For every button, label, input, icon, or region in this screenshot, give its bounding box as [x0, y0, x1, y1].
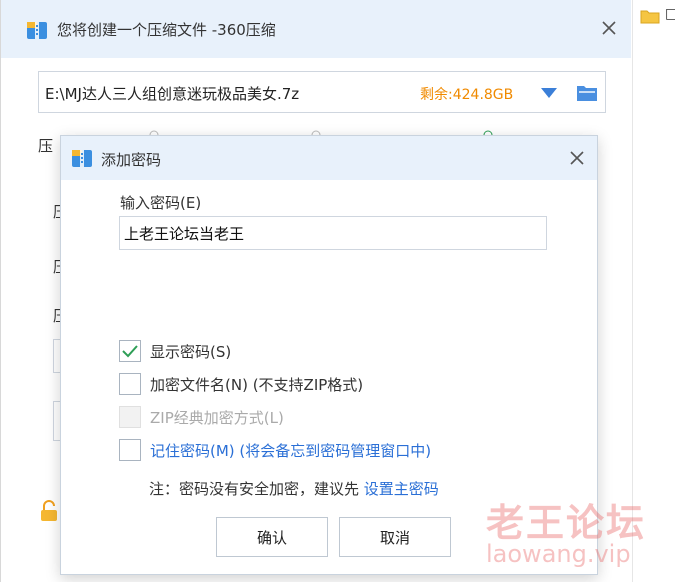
window-title: 您将创建一个压缩文件 -360压缩 [57, 21, 276, 39]
compress-label: 压 [38, 137, 54, 155]
folder-icon[interactable] [640, 8, 660, 24]
checkbox-box[interactable] [119, 439, 141, 461]
confirm-button[interactable]: 确认 [216, 517, 328, 557]
free-space-label: 剩余:424.8GB [420, 87, 514, 103]
close-icon[interactable] [567, 148, 587, 168]
dialog-titlebar: 添加密码 [61, 136, 597, 180]
checkbox-box[interactable] [119, 340, 141, 362]
archive-icon [27, 22, 47, 39]
screen: □ 您将创建一个压缩文件 -360压缩 E:\MJ达人三人组创意迷玩极品美女.7… [0, 0, 675, 582]
checkbox-box-disabled [119, 406, 141, 428]
encrypt-filenames-label: 加密文件名(N) (不支持ZIP格式) [150, 376, 364, 394]
cancel-button[interactable]: 取消 [339, 517, 451, 557]
zip-classic-label: ZIP经典加密方式(L) [150, 409, 284, 427]
checkbox-box[interactable] [119, 373, 141, 395]
folder-icon[interactable] [576, 83, 598, 103]
set-master-password-link[interactable]: 设置主密码 [364, 480, 439, 498]
archive-icon [72, 150, 92, 167]
close-icon[interactable] [597, 16, 621, 40]
archive-path-field[interactable]: E:\MJ达人三人组创意迷玩极品美女.7z 剩余:424.8GB [38, 71, 606, 113]
password-input[interactable] [119, 216, 547, 250]
zip-classic-checkbox: ZIP经典加密方式(L) [119, 406, 419, 430]
show-password-label: 显示密码(S) [150, 343, 232, 361]
show-password-checkbox[interactable]: 显示密码(S) [119, 340, 419, 364]
lock-icon[interactable] [39, 500, 59, 522]
watermark-url: laowang.vip [486, 540, 631, 568]
remember-password-checkbox[interactable]: 记住密码(M) (将会备忘到密码管理窗口中) [119, 439, 479, 463]
archive-path: E:\MJ达人三人组创意迷玩极品美女.7z [45, 85, 300, 103]
window-titlebar: 您将创建一个压缩文件 -360压缩 [1, 0, 631, 58]
background-text-glyph: □ [665, 6, 675, 22]
remember-password-label[interactable]: 记住密码(M) (将会备忘到密码管理窗口中) [150, 440, 431, 461]
watermark-text: 老王论坛 [486, 501, 647, 545]
security-note: 注：密码没有安全加密，建议先 设置主密码 [149, 478, 439, 499]
triangle-down-icon[interactable] [540, 86, 558, 100]
encrypt-filenames-checkbox[interactable]: 加密文件名(N) (不支持ZIP格式) [119, 373, 419, 397]
password-label: 输入密码(E) [120, 194, 202, 212]
check-icon [122, 345, 138, 358]
security-note-text: 注：密码没有安全加密，建议先 [149, 480, 364, 498]
dialog-title: 添加密码 [101, 151, 162, 169]
